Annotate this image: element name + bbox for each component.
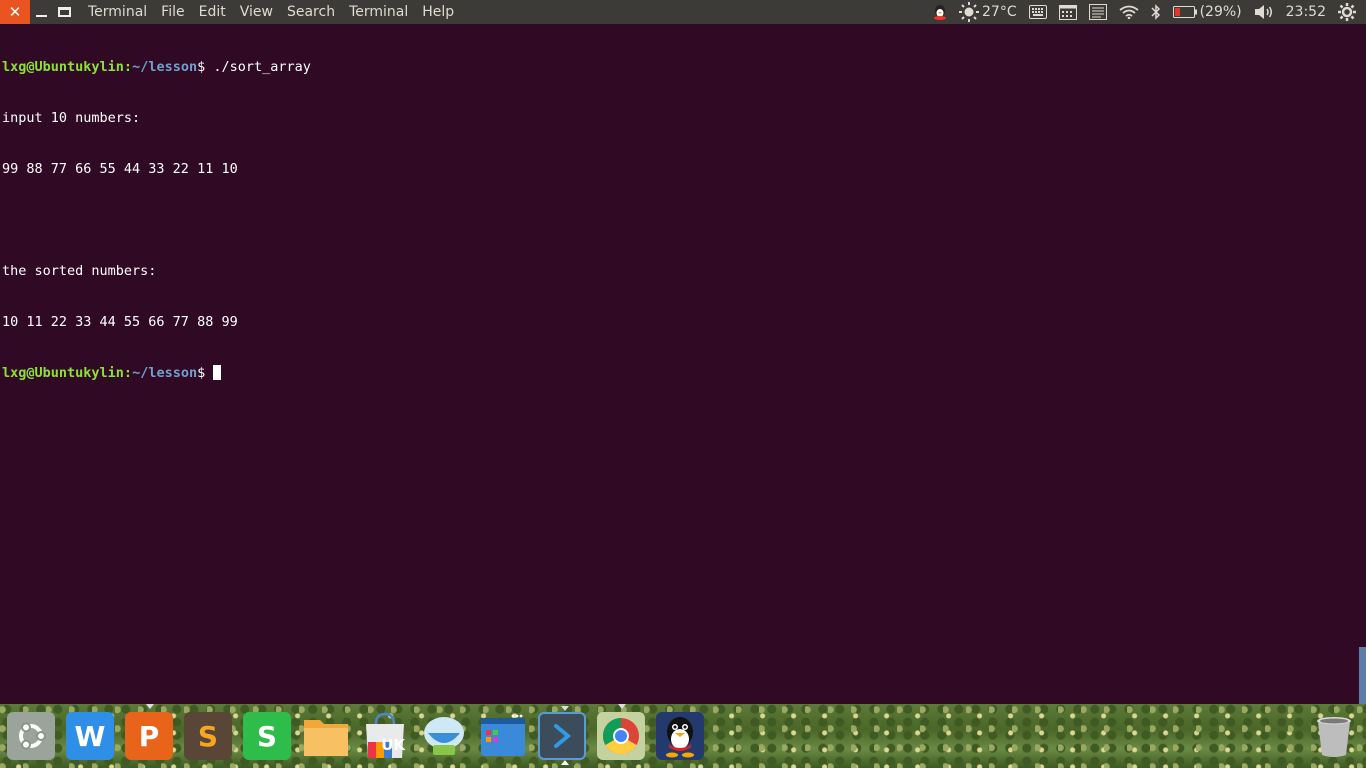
command-line: lxg@Ubuntukylin:~/lesson$ ./sort_array xyxy=(2,59,311,75)
menu-terminal[interactable]: Terminal xyxy=(342,4,415,20)
session-menu[interactable] xyxy=(1338,3,1356,21)
ubuntu-dash-button[interactable] xyxy=(7,712,55,760)
workspaces-launcher[interactable] xyxy=(479,712,527,760)
prompt-user: lxg@Ubuntukylin xyxy=(2,59,124,75)
top-panel: ✕ Terminal File Edit View Search Termina… xyxy=(0,0,1366,24)
menu-edit[interactable]: Edit xyxy=(192,4,233,20)
battery-indicator[interactable]: (29%) xyxy=(1172,4,1242,20)
prompt-user: lxg@Ubuntukylin xyxy=(2,365,124,381)
battery-icon xyxy=(1172,6,1197,18)
chrome-launcher[interactable] xyxy=(597,704,645,760)
output-line: 10 11 22 33 44 55 66 77 88 99 xyxy=(2,314,238,330)
prompt-symbol: $ xyxy=(197,59,206,75)
output-line: input 10 numbers: xyxy=(2,110,141,126)
wifi-icon xyxy=(1119,5,1139,19)
system-tool-launcher[interactable] xyxy=(420,712,468,760)
wps-presentation-launcher[interactable]: P xyxy=(125,704,173,760)
network-indicator[interactable] xyxy=(1119,5,1139,19)
prompt-path: ~/lesson xyxy=(132,365,198,381)
menu-view[interactable]: View xyxy=(233,4,280,20)
workspaces-icon xyxy=(481,714,525,756)
volume-icon xyxy=(1254,5,1272,19)
terminal-launcher[interactable] xyxy=(538,706,586,765)
prompt-path: ~/lesson xyxy=(132,59,198,75)
sun-icon xyxy=(959,2,979,22)
indicator-area: 27°C (29%) 23:52 xyxy=(927,0,1366,24)
clock[interactable]: 23:52 xyxy=(1286,4,1326,20)
output-line: the sorted numbers: xyxy=(2,263,157,279)
menu-search[interactable]: Search xyxy=(280,4,342,20)
wps-writer-icon: W xyxy=(74,719,106,753)
menu-app-terminal[interactable]: Terminal xyxy=(84,4,154,20)
terminal-icon xyxy=(554,724,572,748)
minimize-window-button[interactable] xyxy=(30,0,52,24)
battery-percent: (29%) xyxy=(1199,4,1242,20)
trash-icon xyxy=(1317,717,1351,757)
gear-icon xyxy=(1338,3,1356,21)
qq-tray-icon[interactable] xyxy=(933,4,947,20)
qq-icon xyxy=(666,717,694,758)
chrome-icon xyxy=(602,718,639,755)
sublime-text-launcher[interactable]: S xyxy=(184,712,232,760)
folder-icon xyxy=(304,720,348,756)
restore-icon xyxy=(57,7,71,17)
bluetooth-icon xyxy=(1151,4,1160,20)
calendar-indicator[interactable] xyxy=(1058,4,1077,20)
menu-help[interactable]: Help xyxy=(415,4,461,20)
restore-window-button[interactable] xyxy=(52,0,76,24)
wps-spreadsheets-launcher[interactable]: S xyxy=(243,712,291,760)
current-prompt-line[interactable]: lxg@Ubuntukylin:~/lesson$ xyxy=(2,365,1364,382)
close-icon: ✕ xyxy=(8,3,22,21)
qq-launcher[interactable] xyxy=(656,712,704,760)
software-center-label: UK xyxy=(381,736,405,754)
menu-file[interactable]: File xyxy=(154,4,191,20)
close-window-button[interactable]: ✕ xyxy=(0,0,30,24)
text-cursor xyxy=(213,365,222,380)
menu-bar: Terminal File Edit View Search Terminal … xyxy=(84,4,461,20)
sound-indicator[interactable] xyxy=(1254,4,1274,20)
system-tool-icon xyxy=(424,717,464,755)
software-center-launcher[interactable]: UK xyxy=(361,712,409,760)
ubuntu-logo-icon xyxy=(19,722,46,750)
weather-indicator[interactable]: 27°C xyxy=(959,2,1017,22)
command-text: ./sort_array xyxy=(205,59,311,75)
keyboard-icon xyxy=(1028,5,1047,19)
keyboard-indicator[interactable] xyxy=(1028,5,1047,19)
trash-launcher[interactable] xyxy=(1310,712,1358,760)
output-line: 99 88 77 66 55 44 33 22 11 10 xyxy=(2,161,238,177)
files-launcher[interactable] xyxy=(302,712,350,760)
wps-writer-launcher[interactable]: W xyxy=(66,712,114,760)
prompt-symbol: $ xyxy=(197,365,206,381)
weather-temperature: 27°C xyxy=(982,4,1017,20)
calendar-icon xyxy=(1058,5,1077,20)
minimize-icon xyxy=(35,15,47,17)
terminal-output[interactable]: lxg@Ubuntukylin:~/lesson$ ./sort_array i… xyxy=(0,24,1366,704)
notes-indicator[interactable] xyxy=(1088,4,1107,20)
notes-icon xyxy=(1088,4,1107,20)
bluetooth-indicator[interactable] xyxy=(1151,4,1161,20)
sublime-text-icon: S xyxy=(197,719,219,753)
wps-presentation-icon: P xyxy=(138,719,160,753)
wps-spreadsheets-icon: S xyxy=(256,719,278,753)
launcher-dock: W P S S UK xyxy=(0,704,1366,768)
scrollbar-thumb[interactable] xyxy=(1359,647,1366,704)
